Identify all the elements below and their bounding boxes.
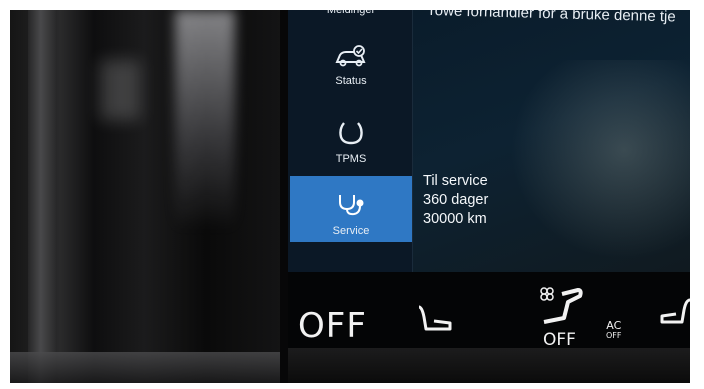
car-dashboard-photo: rowe forhandler for å bruke denne tje Me…: [0, 0, 704, 389]
stethoscope-icon: [290, 192, 412, 221]
sidebar-item-service[interactable]: Service: [290, 176, 412, 242]
sidebar-item-label: TPMS: [335, 153, 367, 165]
dashboard-trim: [28, 10, 56, 383]
screen-bottom-bezel: [288, 348, 692, 383]
ac-label: AC: [606, 319, 622, 332]
ac-button[interactable]: AC OFF: [606, 319, 622, 341]
seat-heat-status: OFF: [543, 330, 576, 350]
service-info: Til service 360 dager 30000 km: [423, 172, 488, 229]
chrome-trim: [10, 352, 290, 383]
service-title: Til service: [423, 173, 488, 189]
sidebar-item-status[interactable]: Status: [290, 44, 412, 87]
light-reflection: [175, 10, 235, 230]
car-check-icon: [290, 44, 412, 71]
service-days: 360 dager: [423, 192, 489, 208]
right-seat-icon-button[interactable]: [660, 296, 692, 335]
sidebar-item-label: Service: [332, 225, 370, 237]
sidebar-item-label: Status: [335, 75, 367, 87]
screen-glare: [510, 60, 700, 260]
light-reflection-small: [100, 60, 140, 120]
ac-status: OFF: [606, 331, 622, 340]
service-distance: 30000 km: [423, 211, 487, 227]
left-temp-button[interactable]: OFF: [298, 306, 367, 346]
sidebar-item-label: Meldinger: [326, 4, 376, 16]
sidebar-item-tpms[interactable]: TPMS: [290, 120, 412, 165]
sidebar-item-meldinger[interactable]: Meldinger: [290, 4, 412, 16]
tire-pressure-icon: [290, 120, 412, 149]
seat-icon-button[interactable]: [414, 303, 456, 342]
